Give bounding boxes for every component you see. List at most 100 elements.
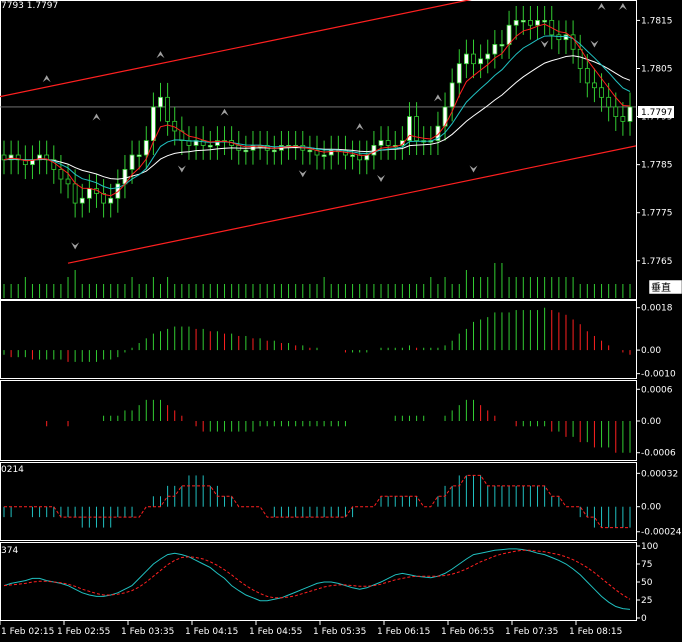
fractal-down-icon xyxy=(298,170,307,178)
candle-body xyxy=(129,154,135,170)
signal-line xyxy=(4,474,630,529)
pane-frames xyxy=(0,0,637,621)
candle-body xyxy=(520,20,526,23)
fractal-up-icon xyxy=(597,3,606,10)
y-tick-label: 0.00 xyxy=(641,503,661,513)
candle-body xyxy=(478,58,484,65)
candle-body xyxy=(592,82,597,89)
candle-body xyxy=(108,197,114,204)
fractal-down-icon xyxy=(590,40,599,48)
fractal-up-icon xyxy=(92,113,101,121)
x-tick-label: 1 Feb 04:55 xyxy=(249,627,302,637)
candle-body xyxy=(350,154,355,157)
y-tick-label: 0.0006 xyxy=(641,385,673,395)
candle-body xyxy=(449,82,455,108)
osma-pane-frame xyxy=(0,380,637,461)
vertical-line-label[interactable]: 垂直 xyxy=(648,279,682,295)
candle-body xyxy=(506,24,512,45)
candle-body xyxy=(371,145,377,156)
candle-body xyxy=(165,96,171,122)
candle-body xyxy=(150,106,156,141)
x-tick-label: 1 Feb 02:55 xyxy=(57,627,110,637)
fractal-up-icon xyxy=(618,3,627,10)
candle-body xyxy=(86,188,92,199)
candle-body xyxy=(542,20,548,23)
channel-lower-line xyxy=(67,145,637,264)
candle-body xyxy=(577,48,583,69)
y-tick-label: 0.00032 xyxy=(641,469,678,479)
fractal-up-icon xyxy=(156,51,165,59)
macd-pane-frame xyxy=(0,300,637,379)
channel-upper-line xyxy=(0,0,472,98)
osma-signal-pane xyxy=(3,474,631,529)
candle-body xyxy=(485,53,491,60)
y-tick-label: 1.7805 xyxy=(641,64,673,74)
quote-header: 7793 1.7797 xyxy=(1,1,58,11)
x-tick-label: 1 Feb 07:35 xyxy=(505,627,558,637)
candle-body xyxy=(79,197,85,204)
y-tick-label: 75 xyxy=(641,560,652,570)
candle-body xyxy=(207,145,213,148)
x-tick-label: 1 Feb 06:15 xyxy=(377,627,430,637)
candle-body xyxy=(620,116,626,122)
x-tick-label: 1 Feb 08:15 xyxy=(569,627,622,637)
y-tick-label: 1.7785 xyxy=(641,161,673,171)
fractal-up-icon xyxy=(433,94,442,102)
candle-body xyxy=(613,106,619,117)
candle-body xyxy=(584,68,590,84)
candle-body xyxy=(243,149,249,153)
price-pane xyxy=(0,0,637,264)
x-tick-label: 1 Feb 04:15 xyxy=(185,627,238,637)
fractal-down-icon xyxy=(540,40,549,48)
candle-body xyxy=(321,154,327,157)
candle-body xyxy=(378,140,384,146)
candle-body xyxy=(136,154,142,157)
osma-signal-header: 0214 xyxy=(1,465,24,475)
macd-pane xyxy=(3,307,631,362)
candle-body xyxy=(528,20,533,26)
y-tick-label: 1.7775 xyxy=(641,209,673,219)
candle-body xyxy=(513,20,519,26)
candle-body xyxy=(627,106,633,122)
y-tick-label: 0.00 xyxy=(641,346,661,356)
fractal-up-icon xyxy=(42,75,51,83)
y-tick-label: -0.00024 xyxy=(641,528,682,538)
candle-body xyxy=(535,20,540,26)
y-tick-label: 0.00 xyxy=(641,417,661,427)
fractal-down-icon xyxy=(71,242,80,250)
y-tick-label: 1.7765 xyxy=(641,257,673,267)
stochastic-signal-line xyxy=(3,549,631,600)
y-tick-label: -0.0006 xyxy=(641,449,676,459)
y-tick-label: 0 xyxy=(641,614,647,624)
fractal-down-icon xyxy=(177,165,186,173)
stochastic-pane xyxy=(3,548,631,610)
candle-body xyxy=(471,53,476,65)
candle-body xyxy=(492,44,498,55)
volume-pane xyxy=(3,263,631,298)
candle-body xyxy=(556,34,562,41)
candle-body xyxy=(158,96,163,108)
fractal-down-icon xyxy=(377,175,386,183)
y-tick-label: -0.0010 xyxy=(641,370,676,380)
candle-body xyxy=(599,87,604,98)
x-tick-label: 1 Feb 02:15 xyxy=(1,627,54,637)
x-tick-label: 1 Feb 03:35 xyxy=(121,627,174,637)
fractal-up-icon xyxy=(355,123,364,131)
current-price-tag-text: 1.7797 xyxy=(641,108,673,118)
candle-body xyxy=(271,149,277,153)
candle-body xyxy=(72,183,78,204)
candle-body xyxy=(385,140,391,146)
y-tick-label: 50 xyxy=(641,578,653,588)
osma-pane xyxy=(46,399,631,453)
x-axis-labels: 1 Feb 02:15 1 Feb 02:55 1 Feb 03:35 1 Feb 0… xyxy=(0,621,622,637)
fractal-up-icon xyxy=(220,108,229,116)
candle-body xyxy=(58,169,64,180)
y-tick-label: 0.0018 xyxy=(641,304,673,314)
candle-body xyxy=(463,53,469,65)
fractal-down-icon xyxy=(469,165,478,173)
y-tick-label: 1.7815 xyxy=(641,16,673,26)
vertical-line-label-text: 垂直 xyxy=(651,281,671,294)
ema-fast-line xyxy=(3,23,631,197)
current-price-tag: 1.7797 xyxy=(638,106,674,118)
stochastic-header: 374 xyxy=(1,546,18,556)
